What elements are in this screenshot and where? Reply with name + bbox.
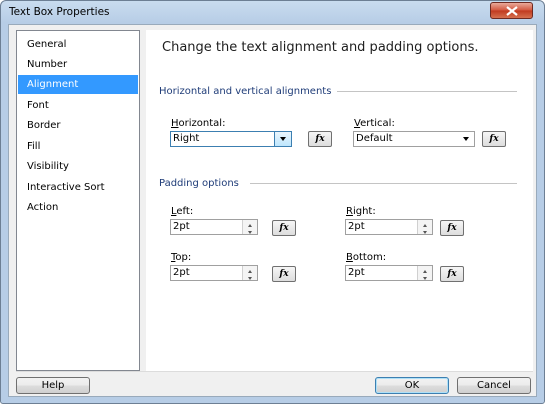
padding-bottom-label: Bottom: [346, 252, 387, 263]
padding-bottom-spinner [417, 266, 432, 280]
sidebar-item-fill[interactable]: Fill [18, 137, 138, 156]
padding-left-spinner [242, 220, 257, 234]
padding-right-value: 2pt [348, 221, 365, 232]
caret-down-icon [248, 231, 252, 234]
spin-up-button[interactable] [243, 266, 257, 273]
close-button[interactable] [490, 2, 533, 19]
padding-top-spinner [242, 266, 257, 280]
sidebar-item-general[interactable]: General [18, 35, 138, 54]
padding-right-spinner [417, 220, 432, 234]
chevron-down-icon [463, 137, 469, 141]
sidebar-item-border[interactable]: Border [18, 116, 138, 135]
padding-group-title: Padding options [159, 178, 239, 189]
padding-bottom-value: 2pt [348, 267, 365, 278]
caret-down-icon [248, 277, 252, 280]
vertical-dropdown[interactable]: Default [353, 131, 475, 147]
vertical-value: Default [356, 133, 393, 144]
padding-top-input[interactable]: 2pt [170, 265, 258, 281]
padding-right-input[interactable]: 2pt [345, 219, 433, 235]
dialog-window: Text Box Properties General Number Align… [0, 0, 545, 404]
spin-down-button[interactable] [243, 227, 257, 234]
padding-left-expression-button[interactable]: fx [272, 220, 296, 236]
padding-bottom-input[interactable]: 2pt [345, 265, 433, 281]
padding-right-expression-button[interactable]: fx [440, 220, 464, 236]
spin-down-button[interactable] [418, 273, 432, 280]
spin-down-button[interactable] [243, 273, 257, 280]
horizontal-dropdown-button[interactable] [274, 132, 291, 146]
padding-top-expression-button[interactable]: fx [272, 266, 296, 282]
page-title: Change the text alignment and padding op… [162, 40, 479, 55]
padding-left-label: Left: [171, 206, 194, 217]
horizontal-expression-button[interactable]: fx [308, 131, 332, 147]
cancel-button[interactable]: Cancel [457, 377, 531, 394]
category-list: General Number Alignment Font Border Fil… [16, 30, 140, 371]
horizontal-label: Horizontal: [171, 118, 226, 129]
padding-bottom-expression-button[interactable]: fx [440, 266, 464, 282]
padding-left-input[interactable]: 2pt [170, 219, 258, 235]
window-title: Text Box Properties [9, 6, 110, 18]
close-icon [506, 6, 518, 16]
alignment-group-title: Horizontal and vertical alignments [159, 86, 332, 97]
sidebar-item-alignment[interactable]: Alignment [18, 75, 138, 94]
sidebar-item-visibility[interactable]: Visibility [18, 157, 138, 176]
spin-up-button[interactable] [418, 266, 432, 273]
padding-top-value: 2pt [173, 267, 190, 278]
padding-right-label: Right: [346, 206, 376, 217]
vertical-expression-button[interactable]: fx [482, 131, 506, 147]
caret-down-icon [423, 231, 427, 234]
sidebar-item-font[interactable]: Font [18, 96, 138, 115]
alignment-group-divider [337, 91, 517, 92]
sidebar-item-action[interactable]: Action [18, 198, 138, 217]
sidebar-item-number[interactable]: Number [18, 55, 138, 74]
spin-up-button[interactable] [243, 220, 257, 227]
horizontal-value: Right [173, 133, 200, 144]
spin-down-button[interactable] [418, 227, 432, 234]
help-button[interactable]: Help [16, 377, 90, 394]
caret-down-icon [423, 277, 427, 280]
horizontal-dropdown[interactable]: Right [170, 131, 292, 147]
settings-panel: Change the text alignment and padding op… [146, 30, 533, 371]
spin-up-button[interactable] [418, 220, 432, 227]
ok-button[interactable]: OK [375, 377, 449, 394]
padding-left-value: 2pt [173, 221, 190, 232]
dialog-body: General Number Alignment Font Border Fil… [8, 24, 537, 397]
vertical-dropdown-button[interactable] [458, 132, 474, 146]
vertical-label: Vertical: [354, 118, 395, 129]
padding-top-label: Top: [171, 252, 192, 263]
chevron-down-icon [280, 137, 286, 141]
padding-group-divider [250, 183, 517, 184]
title-bar[interactable]: Text Box Properties [1, 1, 544, 23]
sidebar-item-interactive-sort[interactable]: Interactive Sort [18, 178, 138, 197]
footer-divider [16, 371, 533, 372]
